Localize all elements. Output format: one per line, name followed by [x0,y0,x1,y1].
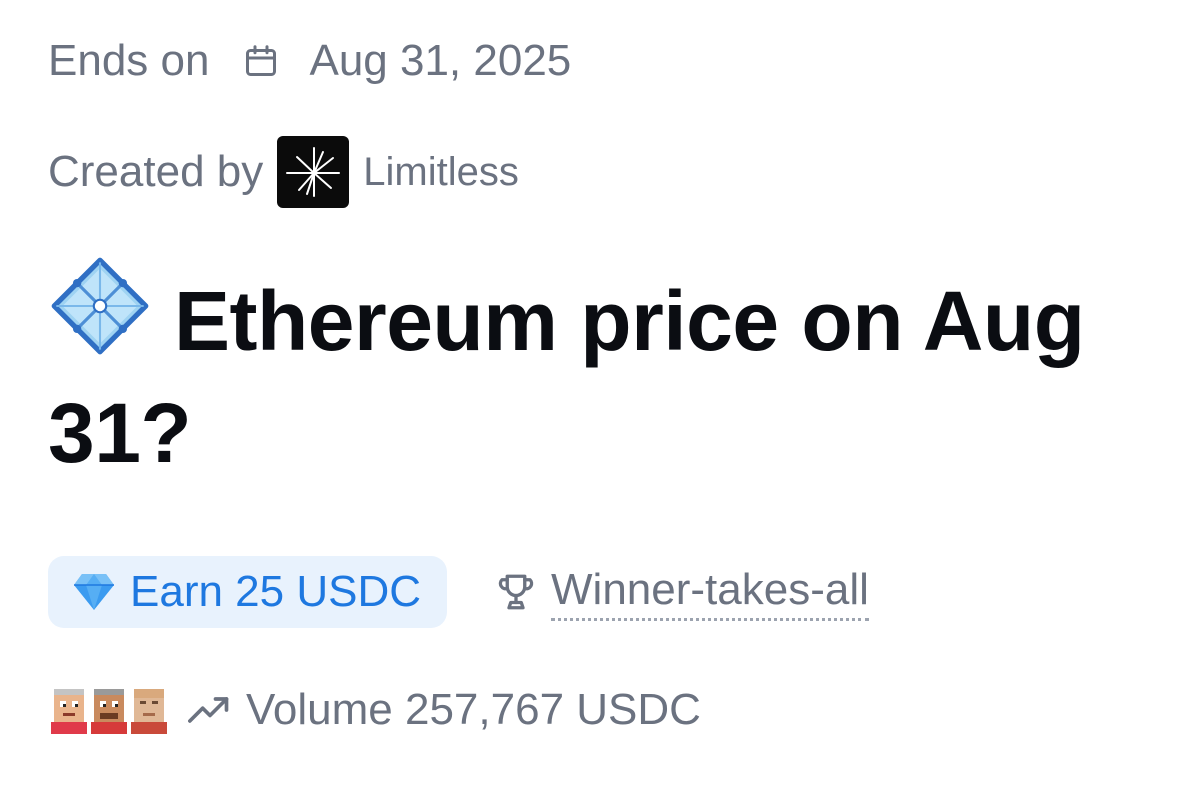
trophy-icon [495,570,537,614]
market-title-text: Ethereum price on Aug 31? [48,274,1085,480]
creator-name-link[interactable]: Limitless [363,150,519,195]
market-detail-card: Ends on Aug 31, 2025 Created by Limitles… [0,0,1179,791]
avatar [91,689,127,734]
earn-reward-badge[interactable]: Earn 25 USDC [48,556,448,628]
trending-up-icon [188,695,232,725]
avatar [51,689,87,734]
end-date-value: Aug 31, 2025 [309,36,572,85]
volume-label: Volume 257,767 USDC [246,685,701,734]
ends-on-label: Ends on [48,36,210,85]
end-date-row: Ends on Aug 31, 2025 [48,34,571,88]
market-title: Ethereum price on Aug 31? [48,254,1128,485]
reward-row: Earn 25 USDC Winner-takes-all [48,556,869,628]
earn-reward-label: Earn 25 USDC [130,567,422,616]
gem-icon [72,572,116,612]
limitless-logo-icon[interactable] [277,136,350,208]
participant-avatars[interactable] [48,686,168,734]
winner-takes-all-link[interactable]: Winner-takes-all [551,564,869,621]
calendar-icon [243,43,279,79]
diamond-gem-icon [48,254,152,381]
avatar [131,689,167,734]
created-by-label: Created by [48,147,264,196]
creator-row: Created by Limitless [48,136,519,208]
volume-row: Volume 257,767 USDC [48,682,701,738]
